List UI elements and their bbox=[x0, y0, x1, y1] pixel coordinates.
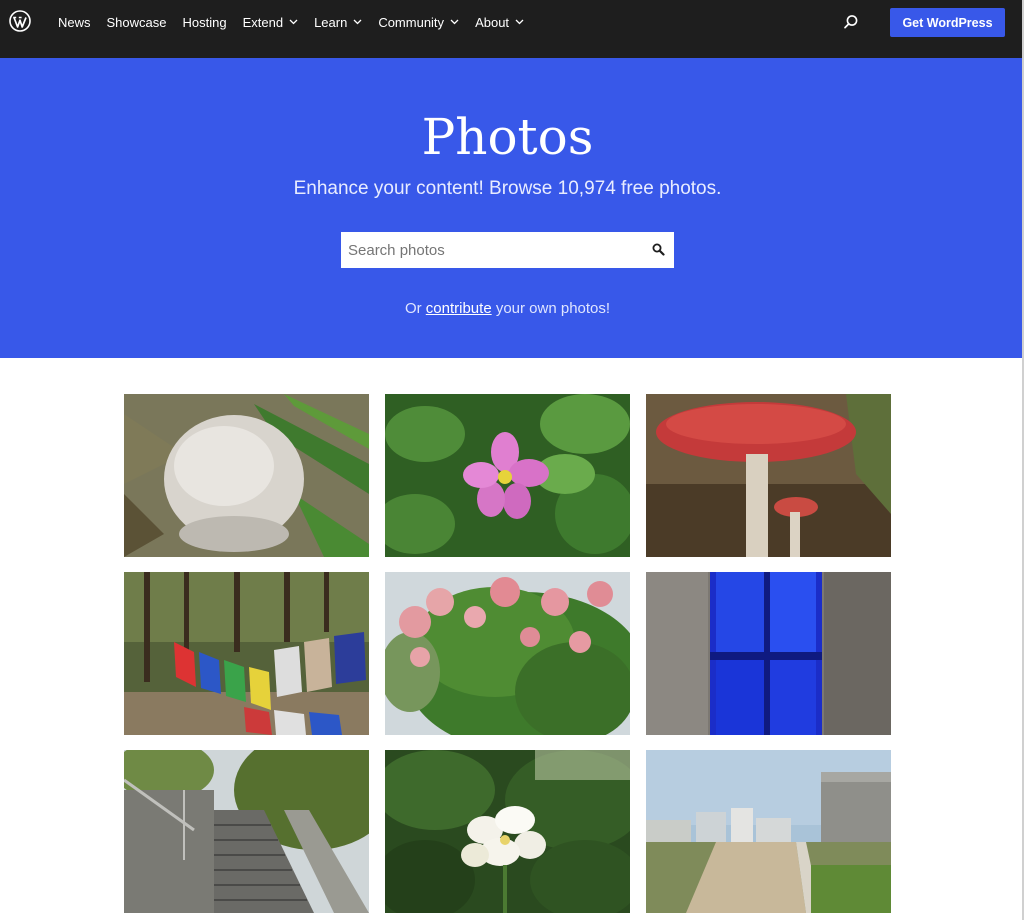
photo-thumbnail[interactable] bbox=[385, 394, 630, 557]
photo-image bbox=[124, 394, 369, 557]
photo-thumbnail[interactable] bbox=[385, 572, 630, 735]
photo-image bbox=[646, 572, 891, 735]
nav-item-community[interactable]: Community bbox=[378, 15, 459, 30]
main-navigation: News Showcase Hosting Extend Learn Commu… bbox=[58, 0, 540, 44]
nav-item-label: Extend bbox=[242, 14, 284, 30]
nav-item-showcase[interactable]: Showcase bbox=[107, 15, 167, 30]
photo-thumbnail[interactable] bbox=[646, 394, 891, 557]
chevron-down-icon bbox=[353, 19, 362, 25]
nav-item-label: Learn bbox=[314, 14, 348, 30]
photo-image bbox=[124, 572, 369, 735]
nav-item-label: Showcase bbox=[106, 14, 167, 30]
nav-item-label: About bbox=[475, 14, 510, 30]
nav-item-extend[interactable]: Extend bbox=[243, 15, 298, 30]
page-title: Photos bbox=[421, 108, 594, 166]
photo-search-form bbox=[341, 232, 674, 268]
contribute-link[interactable]: contribute bbox=[426, 300, 492, 317]
photo-thumbnail[interactable] bbox=[646, 750, 891, 913]
contribute-prefix: Or bbox=[404, 300, 426, 317]
photo-thumbnail[interactable] bbox=[124, 750, 369, 913]
photo-thumbnail[interactable] bbox=[646, 572, 891, 735]
photo-image bbox=[385, 750, 630, 913]
photo-thumbnail[interactable] bbox=[385, 750, 630, 913]
wordpress-logo-icon[interactable] bbox=[9, 10, 31, 32]
chevron-down-icon bbox=[289, 19, 298, 25]
contribute-line: Or contribute your own photos! bbox=[0, 300, 1015, 317]
photo-thumbnail[interactable] bbox=[124, 394, 369, 557]
search-submit-icon[interactable] bbox=[652, 243, 665, 256]
photo-thumbnail[interactable] bbox=[124, 572, 369, 735]
photo-image bbox=[646, 750, 891, 913]
nav-item-learn[interactable]: Learn bbox=[314, 15, 362, 30]
photo-image bbox=[124, 750, 369, 913]
nav-item-label: News bbox=[58, 14, 91, 30]
photo-image bbox=[646, 394, 891, 557]
nav-item-label: Community bbox=[378, 14, 445, 30]
photo-image bbox=[385, 394, 630, 557]
search-input[interactable] bbox=[348, 233, 643, 267]
chevron-down-icon bbox=[515, 19, 524, 25]
nav-item-hosting[interactable]: Hosting bbox=[183, 15, 227, 30]
nav-item-about[interactable]: About bbox=[475, 15, 524, 30]
global-header: News Showcase Hosting Extend Learn Commu… bbox=[0, 0, 1022, 58]
get-wordpress-button[interactable]: Get WordPress bbox=[890, 8, 1005, 37]
hero-subtitle: Enhance your content! Browse 10,974 free… bbox=[293, 178, 722, 199]
nav-item-news[interactable]: News bbox=[58, 15, 91, 30]
contribute-suffix: your own photos! bbox=[491, 300, 611, 317]
photos-hero: Photos Enhance your content! Browse 10,9… bbox=[0, 58, 1022, 358]
photo-image bbox=[385, 572, 630, 735]
nav-item-label: Hosting bbox=[182, 14, 227, 30]
chevron-down-icon bbox=[450, 19, 459, 25]
search-icon[interactable] bbox=[842, 13, 860, 31]
